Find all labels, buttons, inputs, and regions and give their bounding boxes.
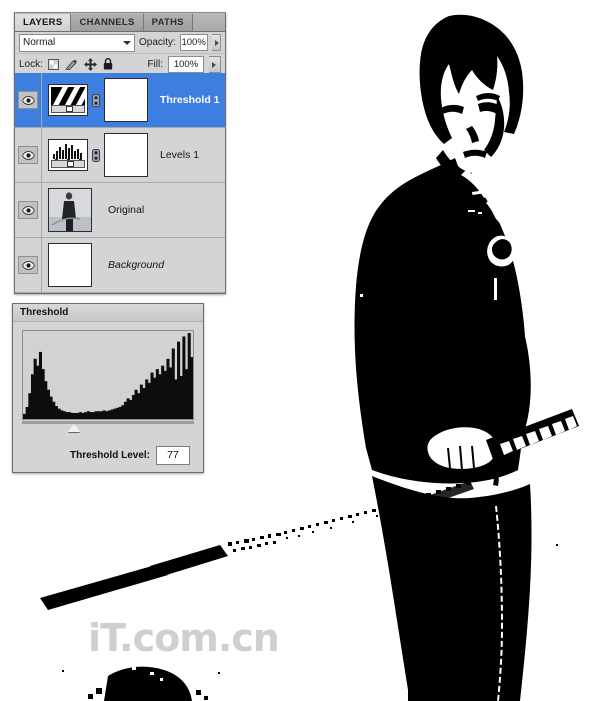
visibility-cell[interactable] [15,128,42,182]
lock-image-pixels-icon[interactable] [65,59,78,70]
lock-all-icon[interactable] [103,58,113,70]
visibility-cell[interactable] [15,183,42,237]
eye-icon[interactable] [18,256,38,274]
layer-name-background: Background [108,259,165,271]
layer-mask-thumbnail-threshold[interactable] [104,78,148,122]
visibility-cell[interactable] [15,73,42,127]
layer-row-threshold-1[interactable]: Threshold 1 [15,73,225,128]
layer-row-original[interactable]: Original [15,183,225,238]
link-icon[interactable] [90,148,102,162]
blend-mode-value: Normal [23,37,56,48]
visibility-cell[interactable] [15,238,42,292]
threshold-level-row: Threshold Level: 77 [22,446,194,465]
eye-icon[interactable] [18,91,38,109]
tab-channels[interactable]: CHANNELS [71,14,144,31]
fill-input[interactable]: 100% [168,55,204,73]
lock-transparent-pixels-icon[interactable] [47,58,59,70]
histogram-bars [23,333,193,419]
lock-label: Lock: [19,58,43,70]
layer-name-original: Original [108,204,145,216]
layer-thumbnail-background[interactable] [48,243,92,287]
layer-thumbnail-levels[interactable] [48,139,88,171]
threshold-slider[interactable] [22,424,194,438]
watermark: iT.com.cn [88,616,280,660]
layer-name-threshold-1: Threshold 1 [160,94,220,106]
tab-layers[interactable]: LAYERS [15,14,72,31]
lock-row: Lock: Fill: 100% [15,54,225,75]
chevron-down-icon [123,40,131,45]
fill-label: Fill: [147,58,163,70]
eye-icon[interactable] [18,201,38,219]
opacity-input[interactable]: 100% [179,34,208,51]
layer-row-levels-1[interactable]: Levels 1 [15,128,225,183]
blend-mode-select[interactable]: Normal [19,33,135,52]
layer-name-levels-1: Levels 1 [160,149,200,161]
threshold-panel: Threshold Threshold Level: 77 [12,303,204,473]
threshold-histogram [22,330,194,420]
threshold-level-label: Threshold Level: [69,450,150,461]
eye-icon[interactable] [18,146,38,164]
blend-mode-row: Normal Opacity: 100% [15,32,225,54]
opacity-label: Opacity: [139,37,176,48]
threshold-level-input[interactable]: 77 [156,446,190,465]
layer-mask-thumbnail-levels[interactable] [104,133,148,177]
layer-thumbnail-threshold[interactable] [48,84,88,116]
fill-stepper-icon[interactable] [209,55,221,73]
tab-paths[interactable]: PATHS [143,14,193,31]
layers-panel: LAYERS CHANNELS PATHS Normal Opacity: 10… [14,12,226,294]
link-icon[interactable] [90,93,102,107]
threshold-slider-handle[interactable] [67,424,80,432]
lock-position-icon[interactable] [83,57,97,71]
layer-row-background[interactable]: Background [15,238,225,293]
layer-list: Threshold 1 Levels 1 Original Background [15,73,225,293]
layer-thumbnail-original[interactable] [48,188,92,232]
threshold-panel-title: Threshold [13,304,203,322]
opacity-stepper-icon[interactable] [211,34,221,51]
panel-tabbar: LAYERS CHANNELS PATHS [15,13,225,32]
